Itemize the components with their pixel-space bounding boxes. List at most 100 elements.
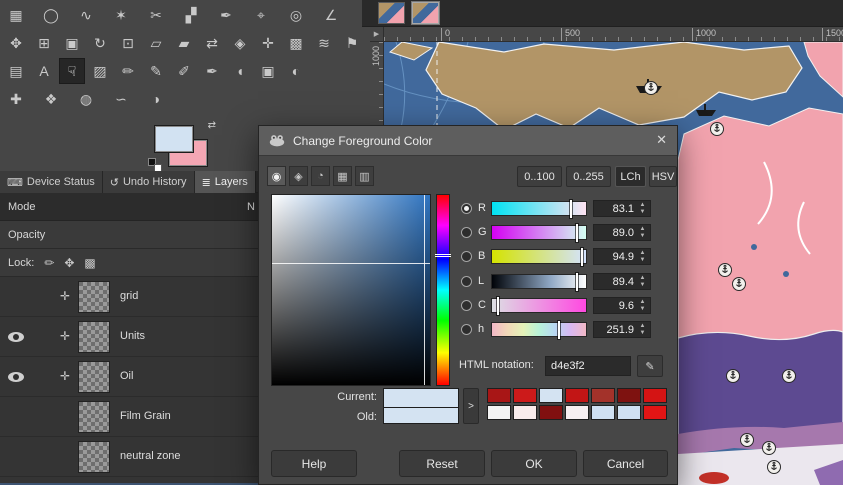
html-notation-input[interactable]: d4e3f2 — [545, 356, 631, 376]
crop-tool[interactable]: ▣ — [59, 30, 85, 56]
tab-device-status[interactable]: ⌨ Device Status — [0, 171, 103, 193]
channel-r-radio[interactable] — [461, 203, 472, 214]
layer-row-neutral-zone[interactable]: neutral zone — [0, 437, 258, 477]
history-swatch[interactable] — [565, 388, 589, 403]
layer-opacity-row[interactable]: Opacity — [0, 221, 258, 249]
perspective-clone-tool[interactable]: ❖ — [38, 86, 64, 112]
cancel-button[interactable]: Cancel — [583, 450, 668, 477]
reset-button[interactable]: Reset — [399, 450, 485, 477]
zoom-tool[interactable]: ◎ — [283, 2, 309, 28]
pencil-tool[interactable]: ✏ — [115, 58, 141, 84]
dialog-titlebar[interactable]: Change Foreground Color ✕ — [259, 126, 677, 156]
unified-transform-tool[interactable]: ◈ — [227, 30, 253, 56]
lock-position-icon[interactable]: ✥ — [64, 256, 74, 270]
rotate-tool[interactable]: ↻ — [87, 30, 113, 56]
foreground-select-tool[interactable]: ▞ — [178, 2, 204, 28]
channel-c-radio[interactable] — [461, 300, 472, 311]
history-swatch[interactable] — [539, 388, 563, 403]
horizontal-ruler[interactable]: 0 500 1000 1500 — [384, 27, 843, 42]
spinner-arrows-icon[interactable]: ▲ ▼ — [636, 274, 649, 289]
scale-tool[interactable]: ⊡ — [115, 30, 141, 56]
range-0-100-button[interactable]: 0..100 — [517, 166, 562, 187]
channel-g-slider[interactable] — [491, 224, 587, 242]
channel-g-radio[interactable] — [461, 227, 472, 238]
link-icon[interactable]: ✛ — [60, 369, 70, 383]
image-tab-thumbnail-active[interactable] — [412, 2, 439, 24]
close-icon[interactable]: ✕ — [656, 132, 667, 148]
channel-h-spinbox[interactable]: 251.9 ▲ ▼ — [593, 321, 651, 338]
clone-tool[interactable]: ▣ — [255, 58, 281, 84]
spinner-arrows-icon[interactable]: ▲ ▼ — [636, 298, 649, 313]
tab-undo-history[interactable]: ↺ Undo History — [102, 171, 195, 193]
tab-layers[interactable]: ≣ Layers — [194, 171, 256, 193]
rectangle-select-tool[interactable]: ▦ — [3, 2, 29, 28]
scales-selector-tab[interactable]: ▥ — [355, 166, 374, 186]
layer-thumbnail[interactable] — [78, 321, 110, 353]
channel-h-radio[interactable] — [461, 324, 472, 335]
lock-alpha-icon[interactable]: ▩ — [84, 256, 95, 270]
lock-pixels-icon[interactable]: ✏ — [44, 256, 54, 270]
range-0-255-button[interactable]: 0..255 — [566, 166, 611, 187]
history-swatch[interactable] — [591, 388, 615, 403]
spinner-arrows-icon[interactable]: ▲ ▼ — [636, 225, 649, 240]
swap-colors-icon[interactable]: ⇄ — [208, 120, 216, 131]
channel-g-spinbox[interactable]: 89.0 ▲ ▼ — [593, 224, 651, 241]
palette-selector-tab[interactable]: ▦ — [333, 166, 352, 186]
shear-tool[interactable]: ▱ — [143, 30, 169, 56]
layer-row-oil[interactable]: ✛ Oil — [0, 357, 258, 397]
seamless-clone-tool[interactable]: ⚑ — [339, 30, 365, 56]
help-button[interactable]: Help — [271, 450, 357, 477]
alignment-tool[interactable]: ⊞ — [31, 30, 57, 56]
layer-mode-row[interactable]: Mode N — [0, 193, 258, 221]
flip-tool[interactable]: ⇄ — [199, 30, 225, 56]
history-expand-button[interactable]: > — [463, 388, 479, 424]
history-swatch[interactable] — [513, 405, 537, 420]
gradient-tool[interactable]: ▤ — [3, 58, 29, 84]
ink-tool[interactable]: ✒ — [199, 58, 225, 84]
hsv-button[interactable]: HSV — [649, 166, 677, 187]
history-swatch[interactable] — [487, 405, 511, 420]
history-swatch[interactable] — [643, 388, 667, 403]
ruler-corner-button[interactable]: ▶ — [370, 27, 384, 42]
history-swatch[interactable] — [617, 405, 641, 420]
channel-b-radio[interactable] — [461, 251, 472, 262]
airbrush-tool[interactable]: ✐ — [171, 58, 197, 84]
history-swatch[interactable] — [565, 405, 589, 420]
measure-tool[interactable]: ∠ — [318, 2, 344, 28]
spinner-arrows-icon[interactable]: ▲ ▼ — [636, 322, 649, 337]
spinner-arrows-icon[interactable]: ▲ ▼ — [636, 249, 649, 264]
lch-button[interactable]: LCh — [615, 166, 646, 187]
scissors-select-tool[interactable]: ✂ — [143, 2, 169, 28]
gimp-selector-tab[interactable]: ◉ — [267, 166, 286, 186]
spinner-arrows-icon[interactable]: ▲ ▼ — [636, 201, 649, 216]
foreground-color-swatch[interactable] — [154, 125, 194, 153]
watercolor-selector-tab[interactable]: ◈ — [289, 166, 308, 186]
smudge-finger-tool[interactable]: ∽ — [108, 86, 134, 112]
eraser-tool[interactable]: ▨ — [87, 58, 113, 84]
link-icon[interactable]: ✛ — [60, 329, 70, 343]
smudge-tool-selected[interactable]: ☟ — [59, 58, 85, 84]
visibility-eye-icon[interactable] — [8, 332, 24, 342]
layer-thumbnail[interactable] — [78, 281, 110, 313]
handle-transform-tool[interactable]: ✛ — [255, 30, 281, 56]
history-swatch[interactable] — [643, 405, 667, 420]
ellipse-select-tool[interactable]: ◯ — [38, 2, 64, 28]
paths-tool[interactable]: ✒ — [213, 2, 239, 28]
history-swatch[interactable] — [487, 388, 511, 403]
warp-transform-tool[interactable]: ≋ — [311, 30, 337, 56]
image-tab-thumbnail[interactable] — [378, 2, 405, 24]
channel-c-spinbox[interactable]: 9.6 ▲ ▼ — [593, 297, 651, 314]
perspective-tool[interactable]: ▰ — [171, 30, 197, 56]
channel-b-spinbox[interactable]: 94.9 ▲ ▼ — [593, 248, 651, 265]
layer-thumbnail[interactable] — [78, 401, 110, 433]
layer-thumbnail[interactable] — [78, 361, 110, 393]
layer-row-grid[interactable]: ✛ grid — [0, 277, 258, 317]
color-picker-tool[interactable]: ⌖ — [248, 2, 274, 28]
mypaint-brush-tool[interactable]: ◖ — [227, 58, 253, 84]
fuzzy-select-tool[interactable]: ✶ — [108, 2, 134, 28]
history-swatch[interactable] — [539, 405, 563, 420]
wheel-selector-tab[interactable]: ◔ — [311, 166, 330, 186]
default-colors-icon[interactable] — [148, 158, 162, 172]
history-swatch[interactable] — [591, 405, 615, 420]
paintbrush-tool[interactable]: ✎ — [143, 58, 169, 84]
